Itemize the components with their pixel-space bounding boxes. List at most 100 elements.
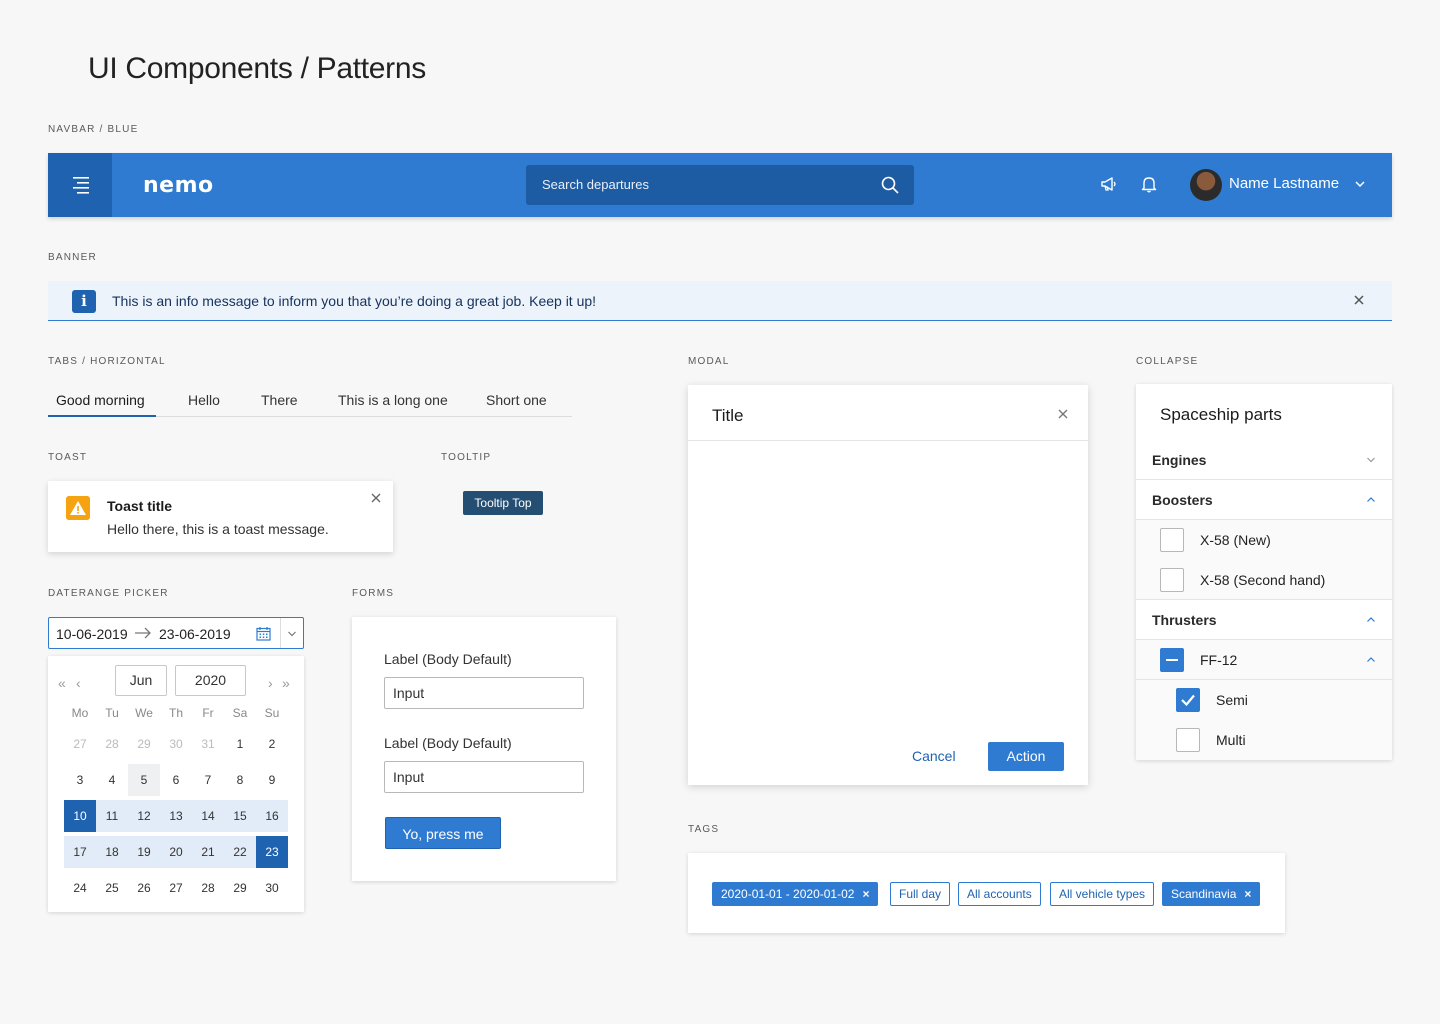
calendar-day[interactable]: 1: [224, 728, 256, 760]
collapse-item-engines[interactable]: Engines: [1136, 440, 1392, 480]
tab-good-morning[interactable]: Good morning: [56, 392, 145, 408]
calendar-day[interactable]: 27: [64, 728, 96, 760]
calendar-day[interactable]: 14: [192, 800, 224, 832]
calendar-day[interactable]: 12: [128, 800, 160, 832]
chevron-down-icon[interactable]: [287, 629, 297, 639]
calendar-day[interactable]: 8: [224, 764, 256, 796]
calendar-day[interactable]: 27: [160, 872, 192, 904]
prev-month-icon[interactable]: ‹: [76, 675, 81, 691]
search-bar[interactable]: Search departures: [526, 165, 914, 205]
calendar-day[interactable]: 30: [256, 872, 288, 904]
collapse-item-thrusters[interactable]: Thrusters: [1136, 600, 1392, 640]
tab-long-one[interactable]: This is a long one: [338, 392, 448, 408]
megaphone-icon[interactable]: [1100, 175, 1118, 193]
calendar-day[interactable]: 22: [224, 836, 256, 868]
check-icon: [1181, 694, 1195, 707]
collapse-child-x58-second-hand[interactable]: X-58 (Second hand): [1136, 560, 1392, 600]
checkbox[interactable]: [1160, 568, 1184, 592]
next-month-icon[interactable]: ›: [268, 675, 273, 691]
calendar-day[interactable]: 13: [160, 800, 192, 832]
checkbox[interactable]: [1176, 728, 1200, 752]
checkbox-indeterminate[interactable]: [1160, 648, 1184, 672]
close-icon[interactable]: [1056, 407, 1070, 421]
close-icon[interactable]: [1352, 293, 1366, 307]
calendar-day[interactable]: 30: [160, 728, 192, 760]
close-icon[interactable]: ×: [1244, 887, 1251, 901]
calendar-day[interactable]: 21: [192, 836, 224, 868]
next-year-icon[interactable]: »: [282, 675, 290, 691]
collapse-child-semi[interactable]: Semi: [1136, 680, 1392, 720]
calendar-day[interactable]: 28: [192, 872, 224, 904]
daterange-input[interactable]: 10-06-2019 23-06-2019: [48, 617, 304, 649]
tab-short-one[interactable]: Short one: [486, 392, 547, 408]
avatar[interactable]: [1190, 169, 1222, 201]
text-input[interactable]: Input: [384, 677, 584, 709]
calendar-day[interactable]: 15: [224, 800, 256, 832]
tag-date-range[interactable]: 2020-01-01 - 2020-01-02 ×: [712, 882, 879, 906]
calendar-day[interactable]: 18: [96, 836, 128, 868]
month-select[interactable]: Jun: [115, 665, 167, 696]
calendar-day[interactable]: 4: [96, 764, 128, 796]
tag-all-vehicle-types[interactable]: All vehicle types: [1050, 882, 1155, 906]
calendar-day[interactable]: 29: [224, 872, 256, 904]
checkbox-label: Multi: [1216, 732, 1246, 748]
chevron-down-icon[interactable]: [1353, 177, 1367, 191]
search-icon[interactable]: [880, 175, 900, 195]
chevron-up-icon[interactable]: [1366, 655, 1376, 665]
calendar-day[interactable]: 5: [128, 764, 160, 796]
calendar-day[interactable]: 28: [96, 728, 128, 760]
date-to[interactable]: 23-06-2019: [159, 626, 231, 642]
calendar-day[interactable]: 20: [160, 836, 192, 868]
checkbox-checked[interactable]: [1176, 688, 1200, 712]
menu-button[interactable]: [48, 153, 112, 217]
collapse-title: Spaceship parts: [1160, 405, 1282, 424]
calendar-day[interactable]: 17: [64, 836, 96, 868]
calendar-day[interactable]: 31: [192, 728, 224, 760]
checkbox[interactable]: [1160, 528, 1184, 552]
prev-year-icon[interactable]: «: [58, 675, 66, 691]
tooltip: Tooltip Top: [463, 491, 543, 515]
calendar-day[interactable]: 25: [96, 872, 128, 904]
tab-there[interactable]: There: [261, 392, 298, 408]
user-name[interactable]: Name Lastname: [1229, 175, 1339, 192]
close-icon[interactable]: [369, 491, 383, 505]
calendar-day[interactable]: 19: [128, 836, 160, 868]
action-button[interactable]: Action: [988, 742, 1064, 771]
close-icon[interactable]: ×: [862, 887, 869, 901]
search-input[interactable]: Search departures: [542, 177, 649, 192]
calendar-day[interactable]: 23: [256, 836, 288, 868]
calendar-day[interactable]: 16: [256, 800, 288, 832]
tag-full-day[interactable]: Full day: [890, 882, 951, 906]
collapse-child-x58-new[interactable]: X-58 (New): [1136, 520, 1392, 560]
submit-button[interactable]: Yo, press me: [385, 817, 501, 849]
collapse-item-boosters[interactable]: Boosters: [1136, 480, 1392, 520]
calendar-day[interactable]: 10: [64, 800, 96, 832]
tab-hello[interactable]: Hello: [188, 392, 220, 408]
text-input[interactable]: Input: [384, 761, 584, 793]
nemo-logo[interactable]: nemo: [143, 173, 214, 198]
calendar-day[interactable]: 2: [256, 728, 288, 760]
calendar-day[interactable]: 26: [128, 872, 160, 904]
calendar-day[interactable]: 3: [64, 764, 96, 796]
bell-icon[interactable]: [1140, 175, 1158, 193]
section-label-forms: FORMS: [352, 588, 395, 599]
section-label-daterange: DATERANGE PICKER: [48, 588, 169, 599]
calendar-day[interactable]: 24: [64, 872, 96, 904]
tag-all-accounts[interactable]: All accounts: [958, 882, 1041, 906]
calendar-day[interactable]: 7: [192, 764, 224, 796]
calendar-day[interactable]: 6: [160, 764, 192, 796]
modal: Title Cancel Action: [688, 385, 1088, 785]
calendar-dropdown: « ‹ Jun 2020 › » Mo Tu We Th Fr Sa Su 27 28 29 30 3…: [48, 656, 304, 912]
checkbox-label: FF-12: [1200, 652, 1238, 668]
collapse-child-ff12[interactable]: FF-12: [1136, 640, 1392, 680]
collapse-child-multi[interactable]: Multi: [1136, 720, 1392, 760]
calendar-icon[interactable]: [256, 626, 271, 641]
calendar-day[interactable]: 11: [96, 800, 128, 832]
year-select[interactable]: 2020: [175, 665, 246, 696]
calendar-day[interactable]: 29: [128, 728, 160, 760]
date-from[interactable]: 10-06-2019: [56, 626, 128, 642]
tabs-horizontal: Good morning Hello There This is a long …: [48, 384, 572, 417]
calendar-day[interactable]: 9: [256, 764, 288, 796]
tag-scandinavia[interactable]: Scandinavia ×: [1162, 882, 1261, 906]
cancel-button[interactable]: Cancel: [912, 748, 956, 764]
